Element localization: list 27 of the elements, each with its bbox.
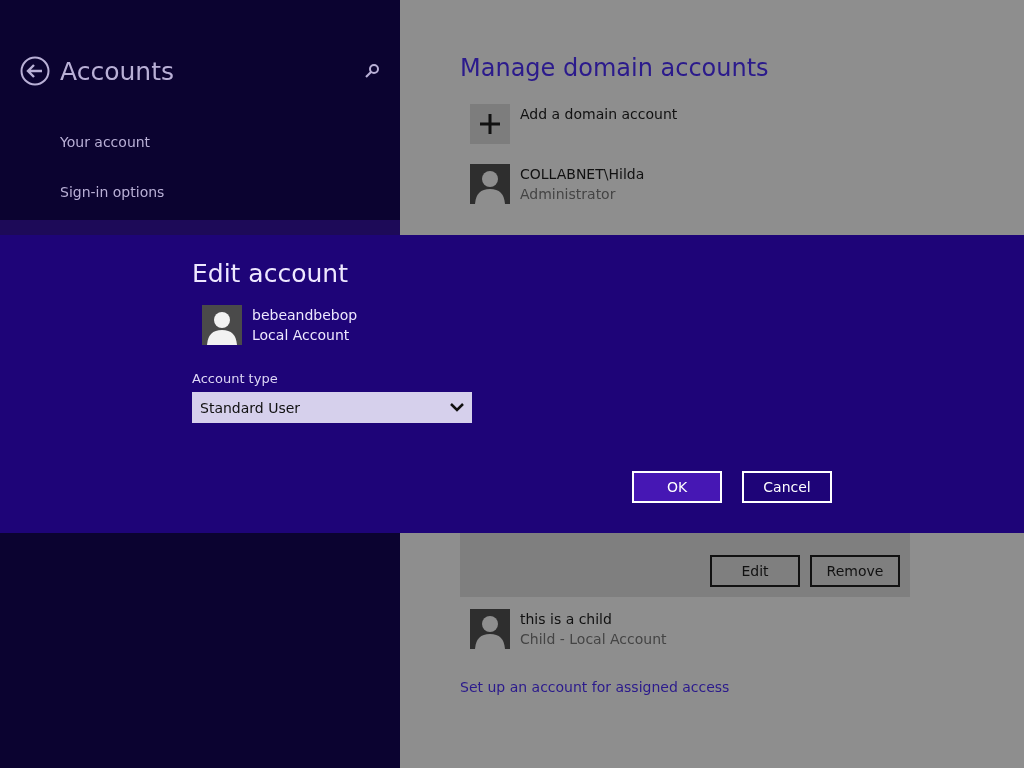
account-detail: Child - Local Account xyxy=(520,630,667,649)
add-account-label[interactable]: Add a domain account xyxy=(520,104,678,144)
sidebar-item[interactable]: Sign-in options xyxy=(60,184,400,204)
section-title: Manage domain accounts xyxy=(460,54,770,84)
account-type: Local Account xyxy=(252,326,351,345)
account-name: COLLABNET\Hilda xyxy=(520,165,645,184)
action-button[interactable]: Edit xyxy=(710,555,800,587)
search-icon[interactable] xyxy=(364,63,380,79)
add-tile[interactable] xyxy=(470,104,510,144)
account-name: bebeandbebop xyxy=(252,306,358,325)
account-detail: Administrator xyxy=(520,185,617,204)
field-label: Account type xyxy=(192,371,279,386)
action-button[interactable]: Remove xyxy=(810,555,900,587)
user-avatar-icon xyxy=(470,164,510,204)
user-avatar-icon xyxy=(470,609,510,649)
back-icon[interactable] xyxy=(20,56,50,86)
sidebar-item[interactable]: Your account xyxy=(60,134,400,154)
dialog-title: Edit account xyxy=(192,259,349,290)
user-avatar-icon xyxy=(202,305,242,345)
page-title: Accounts xyxy=(60,56,175,86)
ok-button[interactable]: OK xyxy=(632,471,722,503)
cancel-button[interactable]: Cancel xyxy=(742,471,832,503)
account-type-dropdown[interactable]: Standard User xyxy=(192,392,472,423)
account-name: this is a child xyxy=(520,610,613,629)
plus-icon xyxy=(480,114,500,134)
chevron-down-icon xyxy=(450,403,464,412)
assigned-access-link[interactable]: Set up an account for assigned access xyxy=(460,679,1024,695)
